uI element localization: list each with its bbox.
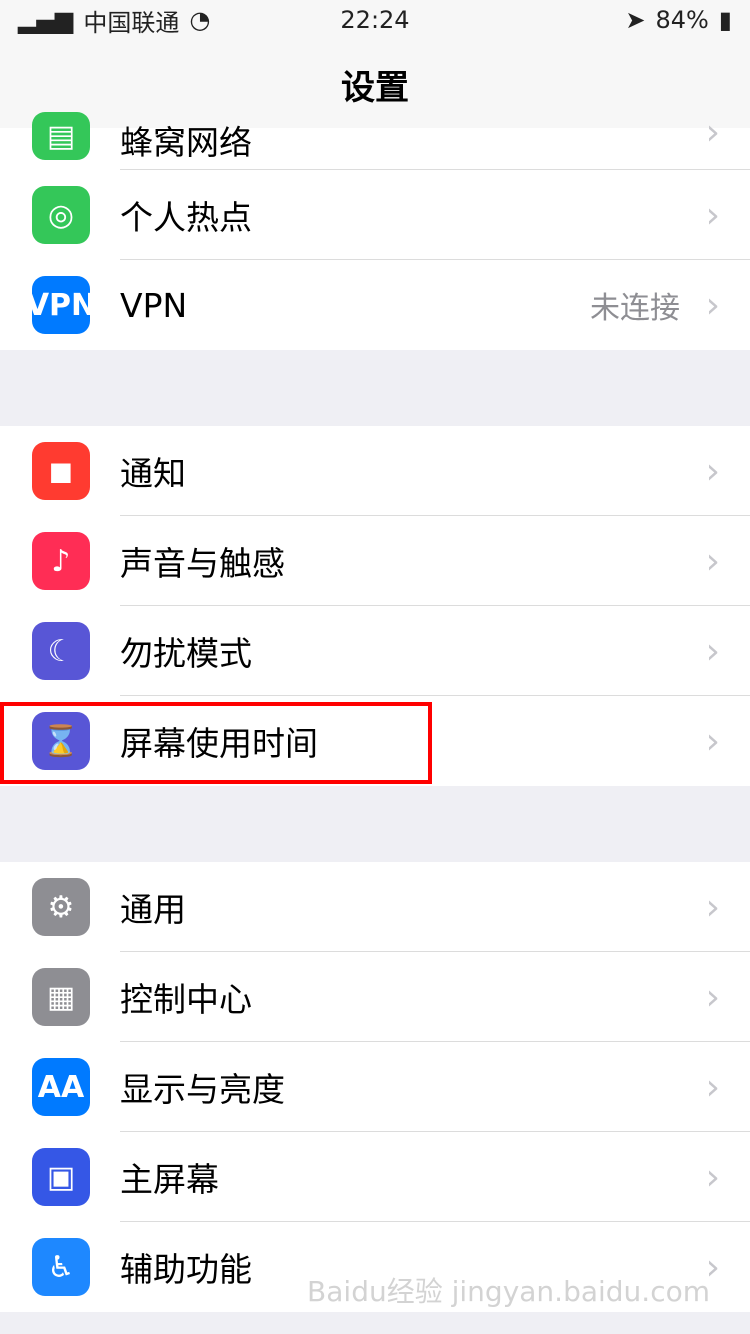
signal-icon: ▂▄▆ xyxy=(18,6,74,34)
settings-row-hotspot[interactable]: ◎ 个人热点 › xyxy=(0,170,750,260)
row-label: 个人热点 xyxy=(120,198,252,237)
row-label: 通知 xyxy=(120,454,186,493)
settings-row-home-screen[interactable]: ▣ 主屏幕 › xyxy=(0,1132,750,1222)
notification-icon: ◼ xyxy=(32,442,90,500)
home-screen-icon: ▣ xyxy=(32,1148,90,1206)
gear-icon: ⚙ xyxy=(32,878,90,936)
chevron-right-icon: › xyxy=(705,540,720,582)
moon-icon: ☾ xyxy=(32,622,90,680)
chevron-right-icon: › xyxy=(705,112,720,153)
row-label: VPN xyxy=(120,285,188,325)
hotspot-icon: ◎ xyxy=(32,186,90,244)
status-bar: ▂▄▆ 中国联通 ◔ 22:24 ➤ 84% ▮ xyxy=(0,0,750,40)
row-label: 控制中心 xyxy=(120,980,252,1019)
display-brightness-icon: AA xyxy=(32,1058,90,1116)
row-label: 蜂窝网络 xyxy=(120,123,252,162)
screen-time-highlight xyxy=(0,702,432,784)
settings-row-vpn[interactable]: VPN VPN 未连接 › xyxy=(0,260,750,350)
accessibility-icon: ♿ xyxy=(32,1238,90,1296)
carrier-label: 中国联通 xyxy=(83,8,180,37)
chevron-right-icon: › xyxy=(705,630,720,672)
row-label: 显示与亮度 xyxy=(120,1070,285,1109)
chevron-right-icon: › xyxy=(705,886,720,928)
settings-row-do-not-disturb[interactable]: ☾ 勿扰模式 › xyxy=(0,606,750,696)
settings-row-notifications[interactable]: ◼ 通知 › xyxy=(0,426,750,516)
location-icon: ➤ xyxy=(625,6,646,34)
navigation-bar: 设置 xyxy=(0,40,750,129)
chevron-right-icon: › xyxy=(705,1156,720,1198)
chevron-right-icon: › xyxy=(705,976,720,1018)
row-label: 通用 xyxy=(120,890,186,929)
section-gap xyxy=(0,350,750,426)
battery-icon: ▮ xyxy=(718,6,732,34)
vpn-icon: VPN xyxy=(26,276,96,334)
section-gap xyxy=(0,786,750,862)
settings-row-display[interactable]: AA 显示与亮度 › xyxy=(0,1042,750,1132)
chevron-right-icon: › xyxy=(705,720,720,762)
settings-row-sounds[interactable]: ♪ 声音与触感 › xyxy=(0,516,750,606)
wifi-icon: ◔ xyxy=(189,6,211,34)
chevron-right-icon: › xyxy=(705,450,720,492)
chevron-right-icon: › xyxy=(705,284,720,326)
settings-row-cellular[interactable]: ▤ 蜂窝网络 › xyxy=(0,112,750,170)
row-label: 勿扰模式 xyxy=(120,634,252,673)
settings-row-general[interactable]: ⚙ 通用 › xyxy=(0,862,750,952)
vpn-status: 未连接 xyxy=(590,291,680,326)
cellular-icon: ▤ xyxy=(32,112,90,160)
battery-percent: 84% xyxy=(655,6,709,34)
control-center-icon: ▦ xyxy=(32,968,90,1026)
status-left: ▂▄▆ 中国联通 ◔ xyxy=(18,3,210,38)
general-group: ⚙ 通用 › ▦ 控制中心 › AA 显示与亮度 › ▣ 主屏幕 › ♿ 辅助功… xyxy=(0,862,750,1312)
watermark: Baidu经验 jingyan.baidu.com xyxy=(307,1275,710,1308)
status-right: ➤ 84% ▮ xyxy=(625,6,732,34)
network-group: ▤ 蜂窝网络 › ◎ 个人热点 › VPN VPN 未连接 › xyxy=(0,112,750,350)
settings-row-control-center[interactable]: ▦ 控制中心 › xyxy=(0,952,750,1042)
page-title: 设置 xyxy=(341,67,409,108)
row-label: 主屏幕 xyxy=(120,1160,219,1199)
chevron-right-icon: › xyxy=(705,194,720,236)
status-time: 22:24 xyxy=(340,6,410,34)
row-label: 声音与触感 xyxy=(120,544,285,583)
sound-icon: ♪ xyxy=(32,532,90,590)
chevron-right-icon: › xyxy=(705,1066,720,1108)
row-label: 辅助功能 xyxy=(120,1250,252,1289)
